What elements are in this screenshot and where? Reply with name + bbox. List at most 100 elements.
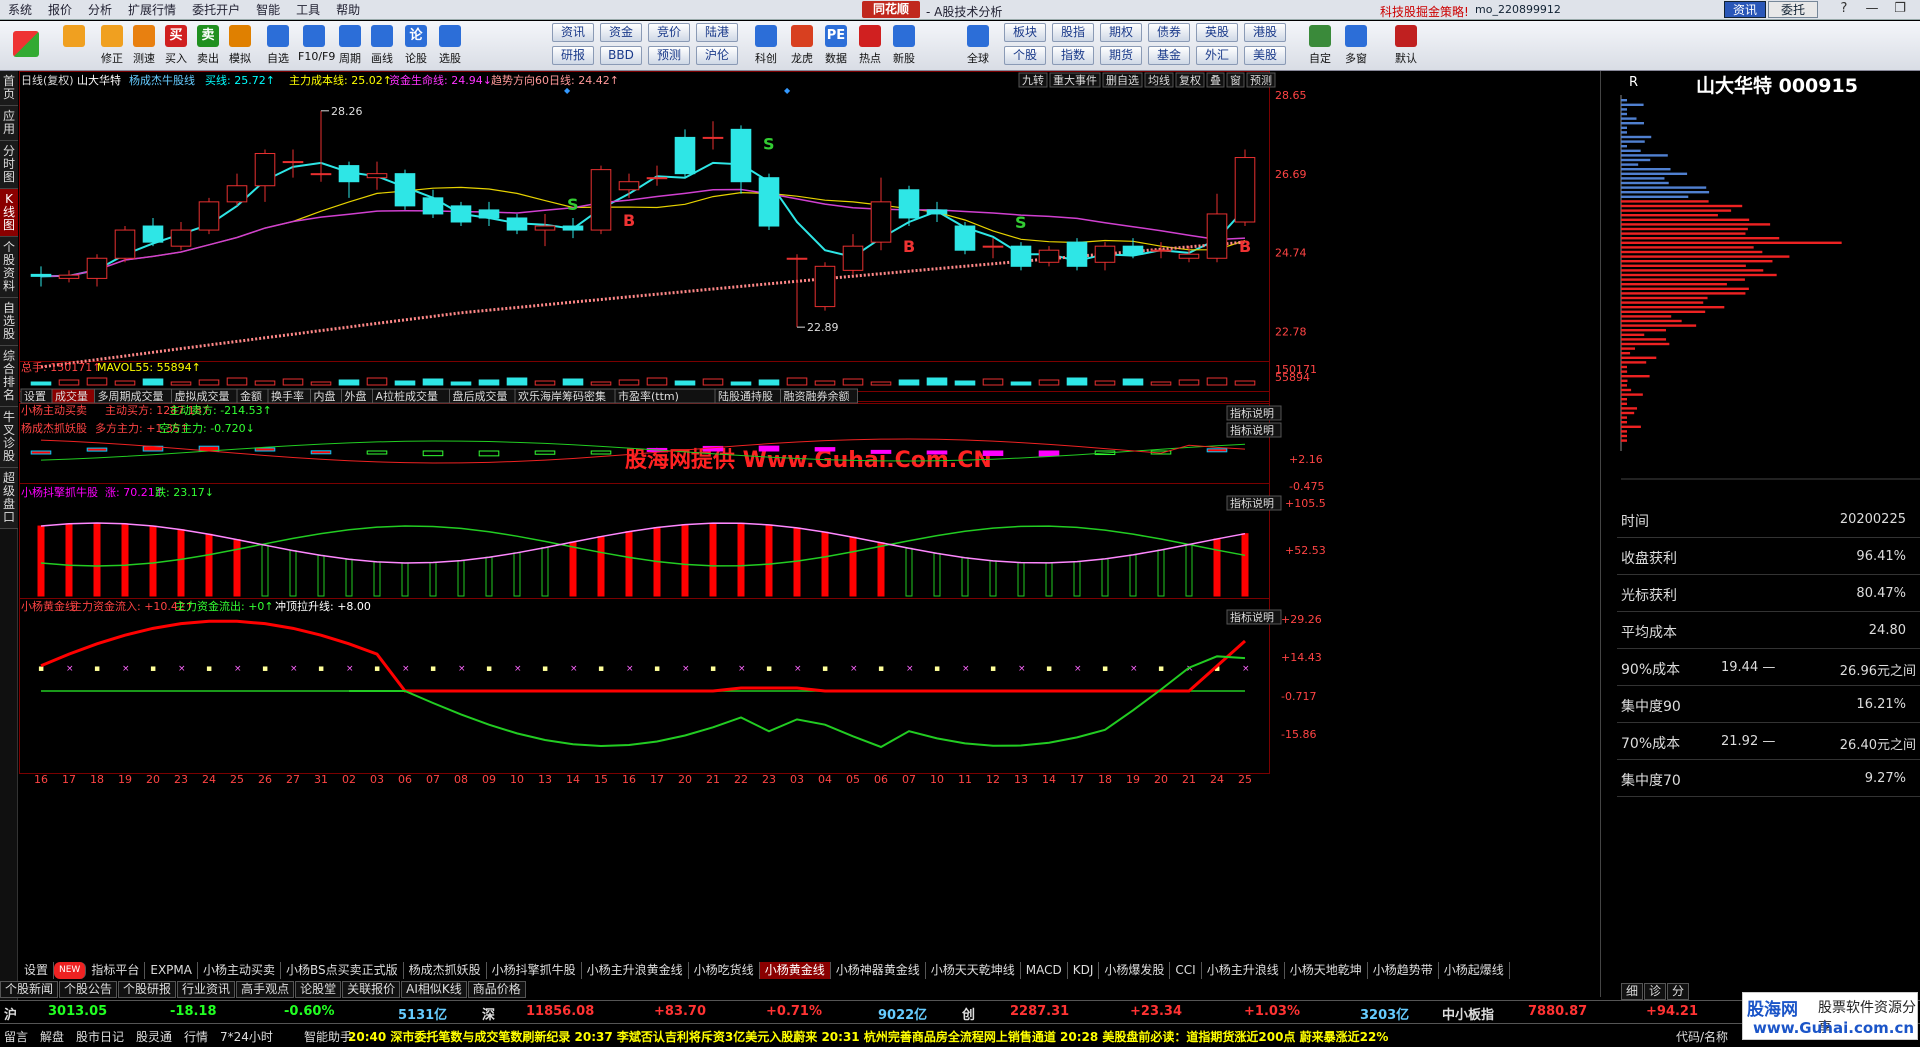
indicator-tab-10[interactable]: 小杨黄金线 — [759, 962, 831, 979]
nav-8[interactable]: 超级盘口 — [0, 468, 18, 529]
quick-btn-0[interactable]: 资讯 — [552, 23, 594, 42]
nav-5[interactable]: 自选股 — [0, 298, 18, 346]
toolbar-btn-7[interactable]: F10/F9 — [298, 23, 335, 69]
toolbar-btn-17[interactable]: 全球 — [962, 23, 994, 69]
menu-item-0[interactable]: 系统 — [0, 1, 40, 18]
indicator-tab-17[interactable]: 小杨主升浪线 — [1202, 962, 1285, 979]
quick-btn-6[interactable]: 预测 — [648, 46, 690, 65]
toolbar-btn-20[interactable]: 默认 — [1390, 23, 1422, 69]
minimize-icon[interactable]: — — [1858, 1, 1886, 16]
quick-btn-1[interactable]: 资金 — [600, 23, 642, 42]
indicator-tab-18[interactable]: 小杨天地乾坤 — [1285, 962, 1368, 979]
close-icon[interactable]: ✕ — [1914, 1, 1920, 16]
quick-btn-8[interactable]: 板块 — [1004, 23, 1046, 42]
indicator-tab-9[interactable]: 小杨吃货线 — [689, 962, 760, 979]
menu-item-4[interactable]: 委托开户 — [184, 1, 248, 18]
quick-btn-7[interactable]: 沪伦 — [696, 46, 738, 65]
chart-svg[interactable]: 日线(复权) 山大华特 杨成杰牛股线 买线: 25.72↑ 主力成本线: 25.02↑资… — [19, 71, 1581, 997]
quick-btn-4[interactable]: 研报 — [552, 46, 594, 65]
status-item-4[interactable]: 行情 — [184, 1028, 208, 1045]
indicator-tab-20[interactable]: 小杨起爆线 — [1439, 962, 1510, 979]
indicator-tab-1[interactable]: NEW — [54, 962, 87, 979]
quick-btn-13[interactable]: 港股 — [1244, 23, 1286, 42]
indicator-tab-2[interactable]: 指标平台 — [86, 962, 146, 979]
news-scroller[interactable]: 20:40 深市委托笔数与成交笔数刷新纪录 20:37 李斌否认吉利将斥资3亿美… — [348, 1028, 1388, 1045]
news-tab-4[interactable]: 高手观点 — [236, 981, 295, 998]
news-tab-6[interactable]: 关联报价 — [342, 981, 401, 998]
entrust-button[interactable]: 委托 — [1768, 1, 1818, 18]
quick-btn-19[interactable]: 美股 — [1244, 46, 1286, 65]
toolbar-btn-6[interactable]: 自选 — [262, 23, 294, 69]
toolbar-btn-19[interactable]: 多窗 — [1340, 23, 1372, 69]
quick-btn-10[interactable]: 期权 — [1100, 23, 1142, 42]
quick-btn-9[interactable]: 股指 — [1052, 23, 1094, 42]
news-button[interactable]: 资讯 — [1724, 1, 1766, 18]
chip-tab-0[interactable]: 细 — [1621, 983, 1644, 1000]
nav-6[interactable]: 综合排名 — [0, 346, 18, 407]
indicator-tab-14[interactable]: KDJ — [1068, 962, 1100, 979]
quick-btn-11[interactable]: 债券 — [1148, 23, 1190, 42]
news-tab-7[interactable]: AI相似K线 — [401, 981, 467, 998]
quick-btn-16[interactable]: 期货 — [1100, 46, 1142, 65]
quick-btn-15[interactable]: 指数 — [1052, 46, 1094, 65]
indicator-tab-0[interactable]: 设置 — [19, 962, 55, 979]
status-item-0[interactable]: 留言 — [4, 1028, 28, 1045]
quick-btn-2[interactable]: 竞价 — [648, 23, 690, 42]
toolbar-btn-9[interactable]: 画线 — [366, 23, 398, 69]
news-tab-1[interactable]: 个股公告 — [59, 981, 118, 998]
chip-tab-1[interactable]: 诊 — [1644, 983, 1667, 1000]
quick-btn-3[interactable]: 陆港 — [696, 23, 738, 42]
indicator-tab-6[interactable]: 杨成杰抓妖股 — [404, 962, 487, 979]
menu-item-5[interactable]: 智能 — [248, 1, 288, 18]
news-tab-0[interactable]: 个股新闻 — [0, 981, 59, 998]
code-search[interactable]: 代码/名称 — [1676, 1028, 1728, 1045]
nav-0[interactable]: 首页 — [0, 71, 18, 106]
menu-item-2[interactable]: 分析 — [80, 1, 120, 18]
news-tab-5[interactable]: 论股堂 — [295, 981, 342, 998]
news-tab-2[interactable]: 个股研报 — [118, 981, 177, 998]
indicator-tab-8[interactable]: 小杨主升浪黄金线 — [582, 962, 689, 979]
news-tab-3[interactable]: 行业资讯 — [177, 981, 236, 998]
toolbar-btn-2[interactable]: 测速 — [128, 23, 160, 69]
indicator-tab-16[interactable]: CCI — [1170, 962, 1202, 979]
toolbar-btn-13[interactable]: 龙虎 — [786, 23, 818, 69]
menu-item-1[interactable]: 报价 — [40, 1, 80, 18]
promo-link[interactable]: 科技股掘金策略! — [1380, 3, 1469, 20]
maximize-icon[interactable]: ❐ — [1886, 1, 1914, 16]
status-item-2[interactable]: 股市日记 — [76, 1028, 124, 1045]
nav-2[interactable]: 分时图 — [0, 141, 18, 189]
toolbar-btn-3[interactable]: 买买入 — [160, 23, 192, 69]
nav-7[interactable]: 牛叉诊股 — [0, 407, 18, 468]
toolbar-btn-18[interactable]: 自定 — [1304, 23, 1336, 69]
toolbar-btn-14[interactable]: PE 数据 — [820, 23, 852, 69]
toolbar-btn-4[interactable]: 卖卖出 — [192, 23, 224, 69]
status-item-1[interactable]: 解盘 — [40, 1028, 64, 1045]
toolbar-btn-5[interactable]: 模拟 — [224, 23, 256, 69]
toolbar-btn-0[interactable] — [58, 23, 90, 69]
help-icon[interactable]: ? — [1830, 1, 1858, 16]
quick-btn-5[interactable]: BBD — [600, 46, 642, 65]
quick-btn-18[interactable]: 外汇 — [1196, 46, 1238, 65]
quick-btn-14[interactable]: 个股 — [1004, 46, 1046, 65]
toolbar-btn-1[interactable]: 修正 — [96, 23, 128, 69]
quick-btn-12[interactable]: 英股 — [1196, 23, 1238, 42]
quick-btn-17[interactable]: 基金 — [1148, 46, 1190, 65]
toolbar-btn-16[interactable]: 新股 — [888, 23, 920, 69]
event-marker[interactable]: ◆ — [784, 86, 791, 95]
toolbar-btn-8[interactable]: 周期 — [334, 23, 366, 69]
indicator-tab-4[interactable]: 小杨主动买卖 — [198, 962, 281, 979]
indicator-tab-13[interactable]: MACD — [1021, 962, 1068, 979]
status-item-6[interactable]: 智能助手 — [304, 1028, 352, 1045]
menu-item-3[interactable]: 扩展行情 — [120, 1, 184, 18]
indicator-tab-12[interactable]: 小杨天天乾坤线 — [926, 962, 1021, 979]
layout-icon[interactable] — [10, 23, 42, 69]
toolbar-btn-11[interactable]: 选股 — [434, 23, 466, 69]
toolbar-btn-15[interactable]: 热点 — [854, 23, 886, 69]
nav-4[interactable]: 个股资料 — [0, 237, 18, 298]
menu-item-7[interactable]: 帮助 — [328, 1, 368, 18]
indicator-tab-19[interactable]: 小杨趋势带 — [1368, 962, 1439, 979]
nav-3[interactable]: K线图 — [0, 189, 18, 237]
indicator-tab-11[interactable]: 小杨神器黄金线 — [831, 962, 926, 979]
status-item-3[interactable]: 股灵通 — [136, 1028, 172, 1045]
event-marker[interactable]: ◆ — [564, 86, 571, 95]
